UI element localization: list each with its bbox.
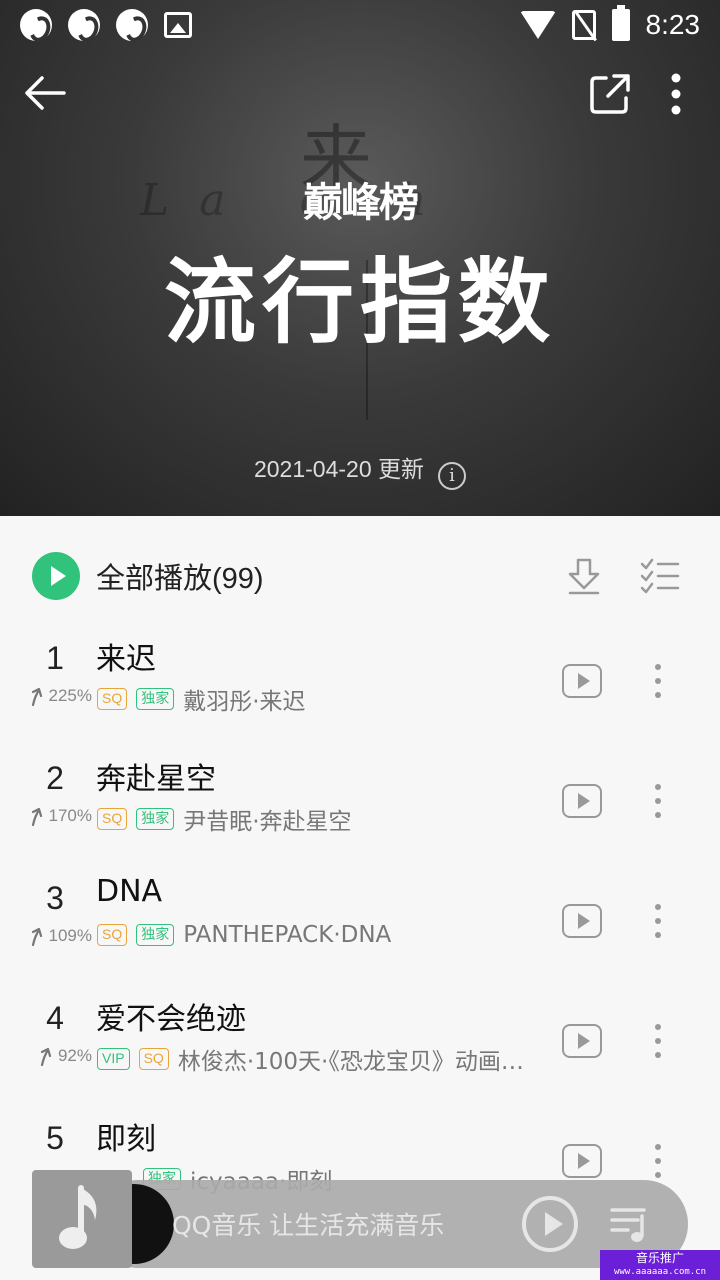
trend-percent: 109% — [48, 926, 92, 945]
chart-header: 来 La c h 8:23 巅峰榜 流行指数 2021-04-20 更新 i — [0, 0, 720, 516]
wifi-icon — [519, 11, 556, 39]
song-rank: 3 — [46, 880, 64, 916]
song-title: DNA — [96, 874, 163, 909]
update-date-text: 2021-04-20 更新 — [253, 456, 425, 482]
rank-trend: 92% — [20, 1046, 92, 1066]
exclusive-badge: 独家 — [136, 808, 175, 830]
sq-badge: SQ — [97, 688, 128, 710]
exclusive-badge: 独家 — [136, 924, 175, 946]
mini-player[interactable]: QQ音乐 让生活充满音乐 — [32, 1170, 688, 1270]
rank-trend: 109% — [20, 926, 92, 946]
sq-badge: SQ — [97, 808, 128, 830]
mv-play-icon[interactable] — [562, 1024, 602, 1058]
song-list-panel: 全部播放(99) 1 225% 来迟 SQ 独家 戴羽彤·来迟 2 170% 奔… — [0, 516, 720, 1280]
info-icon[interactable]: i — [438, 462, 467, 490]
rank-trend: 170% — [20, 806, 92, 826]
share-icon[interactable] — [588, 72, 632, 116]
trend-up-icon — [31, 687, 42, 706]
song-artist: PANTHEPACK·DNA — [183, 922, 392, 948]
music-note-icon — [59, 1185, 97, 1249]
trend-up-icon — [40, 1047, 52, 1066]
playlist-icon[interactable] — [610, 1204, 652, 1244]
download-icon[interactable] — [564, 556, 604, 596]
play-icon — [32, 552, 80, 600]
trend-percent: 170% — [48, 806, 92, 825]
song-rank: 5 — [46, 1120, 64, 1156]
update-date: 2021-04-20 更新 i — [0, 450, 720, 490]
song-more-icon[interactable] — [648, 1024, 668, 1060]
qq-music-notification-icon — [116, 9, 148, 41]
mv-play-icon[interactable] — [562, 904, 602, 938]
trend-percent: 92% — [57, 1046, 92, 1065]
sq-badge: SQ — [97, 924, 128, 946]
song-row[interactable]: 1 225% 来迟 SQ 独家 戴羽彤·来迟 — [0, 620, 720, 740]
song-more-icon[interactable] — [648, 904, 668, 940]
song-rank: 4 — [46, 1000, 64, 1036]
song-more-icon[interactable] — [648, 784, 668, 820]
image-notification-icon — [164, 12, 192, 38]
song-artist: 戴羽彤·来迟 — [183, 689, 306, 715]
song-title: 来迟 — [96, 642, 156, 677]
mv-play-icon[interactable] — [562, 784, 602, 818]
song-row[interactable]: 3 109% DNA SQ 独家 PANTHEPACK·DNA — [0, 860, 720, 980]
play-all-button[interactable]: 全部播放(99) — [32, 552, 264, 600]
song-row[interactable]: 2 170% 奔赴星空 SQ 独家 尹昔眠·奔赴星空 — [0, 740, 720, 860]
rank-trend: 225% — [20, 686, 92, 706]
song-title: 奔赴星空 — [96, 762, 216, 797]
battery-charging-icon — [611, 5, 630, 41]
mini-player-text: QQ音乐 让生活充满音乐 — [172, 1211, 445, 1240]
back-arrow-icon[interactable] — [22, 70, 68, 116]
song-more-icon[interactable] — [648, 664, 668, 700]
qq-music-notification-icon — [68, 9, 100, 41]
trend-up-icon — [31, 807, 42, 826]
song-title: 即刻 — [96, 1122, 156, 1157]
trend-up-icon — [31, 927, 42, 946]
song-row[interactable]: 4 92% 爱不会绝迹 VIP SQ 林俊杰·100天·《恐龙宝贝》动画… — [0, 980, 720, 1100]
song-artist: 林俊杰·100天·《恐龙宝贝》动画… — [177, 1049, 524, 1075]
no-sim-icon — [571, 10, 596, 40]
mv-play-icon[interactable] — [562, 664, 602, 698]
more-options-icon[interactable] — [660, 72, 692, 116]
play-all-label: 全部播放(99) — [96, 563, 264, 595]
clock: 8:23 — [645, 9, 701, 40]
song-rank: 1 — [46, 640, 64, 676]
multi-select-icon[interactable] — [640, 558, 680, 594]
sq-badge: SQ — [138, 1048, 169, 1070]
chart-title: 流行指数 — [163, 249, 556, 356]
status-bar: 8:23 — [0, 0, 720, 50]
promo-label: 音乐推广 — [635, 1251, 684, 1265]
promo-watermark: 音乐推广 www.aaaaaa.com.cn — [600, 1250, 720, 1280]
vip-badge: VIP — [97, 1048, 130, 1070]
promo-url: www.aaaaaa.com.cn — [613, 1267, 707, 1277]
exclusive-badge: 独家 — [136, 688, 175, 710]
qq-music-notification-icon — [20, 9, 52, 41]
song-artist: 尹昔眠·奔赴星空 — [183, 809, 352, 835]
mini-play-button[interactable] — [522, 1196, 578, 1252]
album-cover[interactable] — [32, 1170, 132, 1268]
song-rank: 2 — [46, 760, 64, 796]
chart-logo: 巅峰榜 — [303, 180, 419, 226]
song-title: 爱不会绝迹 — [96, 1002, 246, 1037]
trend-percent: 225% — [48, 686, 92, 705]
